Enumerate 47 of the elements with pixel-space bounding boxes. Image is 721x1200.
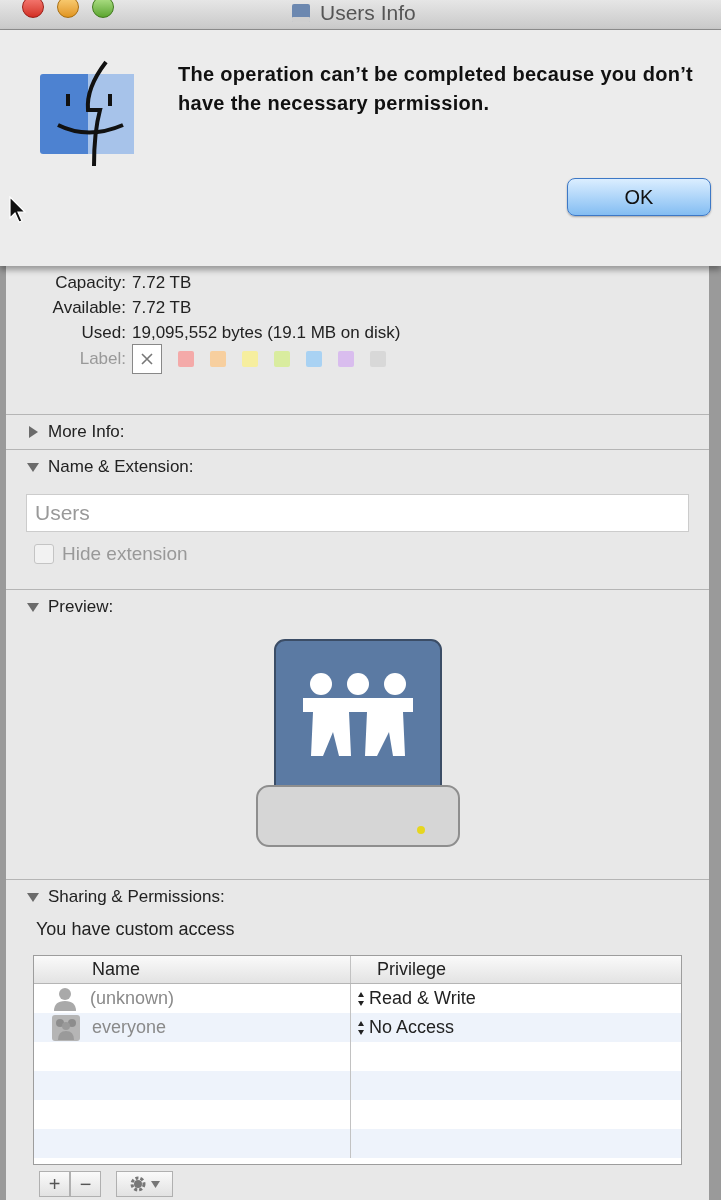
minimize-button[interactable] (57, 0, 79, 18)
section-title: More Info: (48, 421, 125, 444)
close-icon (140, 352, 154, 366)
label-swatch[interactable] (242, 351, 258, 367)
group-icon (52, 1014, 80, 1041)
action-menu-button[interactable] (116, 1171, 173, 1197)
label-swatch[interactable] (338, 351, 354, 367)
stepper-icon (357, 1019, 365, 1036)
info-label: Label: (78, 348, 126, 371)
privilege-popup[interactable]: No Access (357, 1014, 455, 1041)
access-text: You have custom access (36, 918, 236, 941)
label-swatch[interactable] (274, 351, 290, 367)
drive-icon (290, 1, 312, 24)
user-name: (unknown) (90, 987, 175, 1010)
close-button[interactable] (22, 0, 44, 18)
window-title: Users Info (320, 0, 416, 26)
label-swatch[interactable] (306, 351, 322, 367)
info-value: 19,095,552 bytes (19.1 MB on disk) (132, 321, 401, 344)
gear-icon (129, 1175, 147, 1193)
user-name: everyone (92, 1016, 167, 1039)
info-label: Available: (51, 296, 126, 319)
stepper-icon (357, 990, 365, 1007)
expand-triangle-icon[interactable] (26, 425, 40, 439)
caret-icon (151, 1180, 160, 1188)
info-label: Capacity: (54, 271, 126, 294)
collapse-triangle-icon[interactable] (26, 890, 40, 904)
no-label-swatch[interactable] (132, 344, 162, 374)
alert-message: The operation can’t be completed because you don’t have the necessary permission. (178, 62, 695, 116)
info-value: 7.72 TB (132, 296, 192, 319)
section-title: Preview: (48, 596, 114, 619)
label-swatch[interactable] (210, 351, 226, 367)
zoom-button[interactable] (92, 0, 114, 18)
info-value: 7.72 TB (132, 271, 192, 294)
mouse-pointer-icon (9, 196, 27, 224)
add-button[interactable]: + (39, 1171, 70, 1197)
label-swatch[interactable] (178, 351, 194, 367)
section-title: Sharing & Permissions: (48, 886, 225, 909)
privilege-popup[interactable]: Read & Write (357, 985, 476, 1012)
person-icon (52, 985, 78, 1012)
remove-button[interactable]: − (70, 1171, 101, 1197)
column-header[interactable]: Name (34, 956, 351, 983)
collapse-triangle-icon[interactable] (26, 600, 40, 614)
ok-button[interactable]: OK (567, 178, 711, 216)
column-header[interactable]: Privilege (351, 956, 681, 983)
checkbox-label: Hide extension (62, 542, 188, 566)
section-title: Name & Extension: (48, 456, 194, 479)
info-label: Used: (80, 321, 126, 344)
